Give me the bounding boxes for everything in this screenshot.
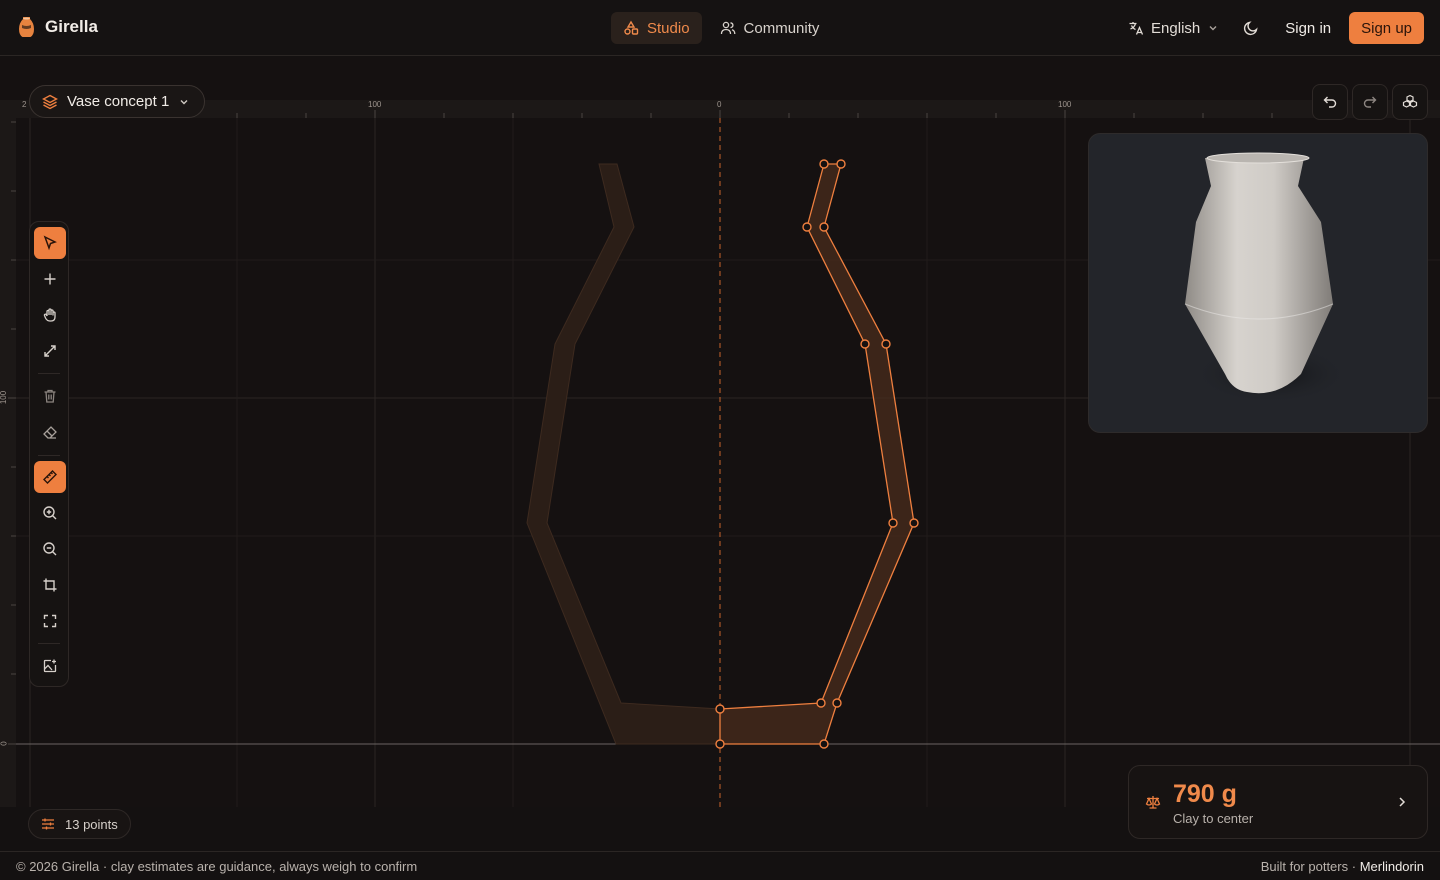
sign-up-button[interactable]: Sign up bbox=[1349, 12, 1424, 44]
footer-credit: Built for potters · Merlindorin bbox=[1261, 859, 1424, 874]
chevron-down-icon bbox=[1209, 26, 1217, 31]
points-count: 13 points bbox=[65, 816, 118, 832]
main-nav: Studio Community bbox=[611, 12, 831, 44]
crop-tool[interactable] bbox=[34, 569, 66, 601]
tab-community[interactable]: Community bbox=[708, 12, 832, 44]
control-point[interactable] bbox=[715, 739, 725, 749]
tab-community-label: Community bbox=[743, 19, 820, 37]
design-name: Vase concept 1 bbox=[67, 93, 170, 110]
plus-icon bbox=[44, 273, 56, 285]
zoom-in-tool[interactable] bbox=[34, 497, 66, 529]
undo-icon bbox=[1323, 96, 1337, 108]
tool-palette bbox=[29, 221, 69, 687]
control-point[interactable] bbox=[819, 159, 829, 169]
shapes-icon bbox=[624, 20, 639, 35]
sliders-icon bbox=[42, 818, 54, 830]
cursor-icon bbox=[43, 235, 57, 251]
fullscreen-icon bbox=[43, 614, 57, 628]
clay-estimate-card[interactable]: 790 g Clay to center bbox=[1128, 765, 1428, 839]
footer-copyright: © 2026 Girella · clay estimates are guid… bbox=[16, 859, 418, 874]
control-point[interactable] bbox=[819, 222, 829, 232]
editable-profile[interactable] bbox=[719, 163, 915, 745]
zoom-out-icon bbox=[43, 542, 57, 556]
image-import-tool[interactable] bbox=[34, 650, 66, 682]
brand[interactable]: Girella bbox=[18, 16, 98, 38]
pan-tool[interactable] bbox=[34, 299, 66, 331]
control-point[interactable] bbox=[860, 339, 870, 349]
app-name: Girella bbox=[45, 17, 98, 36]
mirrored-profile bbox=[526, 163, 721, 745]
eraser-tool[interactable] bbox=[34, 416, 66, 448]
control-point[interactable] bbox=[888, 518, 898, 528]
clay-label: Clay to center bbox=[1173, 811, 1254, 826]
zoom-out-tool[interactable] bbox=[34, 533, 66, 565]
sign-in-button[interactable]: Sign in bbox=[1273, 12, 1343, 44]
control-point[interactable] bbox=[909, 518, 919, 528]
chevron-down-icon bbox=[180, 99, 188, 104]
control-point[interactable] bbox=[819, 739, 829, 749]
redo-icon bbox=[1363, 96, 1377, 108]
control-point[interactable] bbox=[816, 698, 826, 708]
hand-icon bbox=[43, 308, 56, 322]
design-select[interactable]: Vase concept 1 bbox=[29, 85, 206, 118]
tool-separator bbox=[38, 643, 60, 644]
tab-studio-label: Studio bbox=[647, 19, 690, 37]
top-bar: Girella Studio Community English Sign in bbox=[0, 0, 1440, 56]
control-point[interactable] bbox=[836, 159, 846, 169]
trash-icon bbox=[44, 389, 56, 403]
ruler-icon bbox=[43, 470, 57, 484]
crop-icon bbox=[43, 578, 57, 592]
image-plus-icon bbox=[43, 659, 57, 673]
tab-studio[interactable]: Studio bbox=[611, 12, 702, 44]
delete-tool[interactable] bbox=[34, 380, 66, 412]
tool-separator bbox=[38, 373, 60, 374]
footer: © 2026 Girella · clay estimates are guid… bbox=[0, 851, 1440, 880]
chevron-right-icon bbox=[1399, 797, 1406, 807]
undo-button[interactable] bbox=[1312, 84, 1348, 120]
scale-tool[interactable] bbox=[34, 335, 66, 367]
add-point-tool[interactable] bbox=[34, 263, 66, 295]
author-link[interactable]: Merlindorin bbox=[1360, 859, 1424, 874]
header-actions: English Sign in Sign up bbox=[1118, 12, 1424, 44]
fit-view-tool[interactable] bbox=[34, 605, 66, 637]
vase-rim bbox=[1206, 152, 1310, 164]
language-select[interactable]: English bbox=[1118, 12, 1229, 44]
vase-3d-preview[interactable] bbox=[1088, 133, 1428, 433]
scale-icon bbox=[1145, 796, 1161, 809]
redo-button[interactable] bbox=[1352, 84, 1388, 120]
moon-icon bbox=[1244, 21, 1258, 36]
boxes-icon bbox=[1402, 94, 1418, 108]
eraser-icon bbox=[43, 426, 57, 439]
vase-render bbox=[1184, 152, 1349, 404]
theme-toggle-button[interactable] bbox=[1235, 12, 1267, 44]
layers-icon bbox=[42, 94, 58, 109]
ruler-tool[interactable] bbox=[34, 461, 66, 493]
translate-icon bbox=[1129, 22, 1144, 35]
clay-weight: 790 g bbox=[1173, 780, 1237, 808]
footer-built-for: Built for potters · bbox=[1260, 859, 1357, 874]
select-tool[interactable] bbox=[34, 227, 66, 259]
preview-3d-button[interactable] bbox=[1392, 84, 1428, 120]
control-point[interactable] bbox=[802, 222, 812, 232]
zoom-in-icon bbox=[43, 506, 57, 520]
vase-logo-icon bbox=[19, 17, 34, 37]
language-label: English bbox=[1151, 19, 1201, 37]
points-count-chip[interactable]: 13 points bbox=[28, 809, 131, 839]
control-point[interactable] bbox=[715, 704, 725, 714]
control-point[interactable] bbox=[832, 698, 842, 708]
expand-icon bbox=[44, 345, 56, 357]
users-icon bbox=[720, 21, 735, 35]
tool-separator bbox=[38, 455, 60, 456]
control-point[interactable] bbox=[881, 339, 891, 349]
